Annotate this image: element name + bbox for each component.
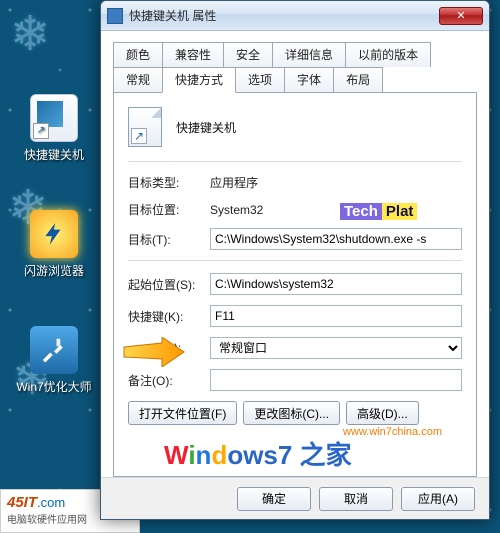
desktop-icon-label: Win7优化大师 [14, 378, 94, 395]
close-button[interactable]: ✕ [439, 7, 483, 25]
label-hotkey: 快捷键(K): [128, 308, 210, 325]
tab-general[interactable]: 常规 [113, 67, 163, 93]
callout-arrow-icon [122, 337, 186, 367]
shortcut-file-icon [30, 94, 78, 142]
desktop-icon-win7-optimizer[interactable]: Win7优化大师 [14, 326, 94, 395]
tab-options[interactable]: 选项 [235, 67, 285, 93]
tabs-row-1: 颜色 兼容性 安全 详细信息 以前的版本 [113, 41, 477, 66]
label-target-loc: 目标位置: [128, 201, 210, 218]
value-target-loc-text: System32 [210, 203, 263, 217]
input-comment[interactable] [210, 369, 462, 391]
label-startin: 起始位置(S): [128, 276, 210, 293]
shortcut-name: 快捷键关机 [176, 119, 236, 136]
dialog-footer: 确定 取消 应用(A) [101, 477, 489, 519]
value-target-type: 应用程序 [210, 174, 462, 191]
input-startin[interactable] [210, 273, 462, 295]
tab-color[interactable]: 颜色 [113, 42, 163, 67]
separator [128, 260, 462, 261]
window-title: 快捷键关机 属性 [129, 7, 439, 24]
open-file-location-button[interactable]: 打开文件位置(F) [128, 401, 237, 425]
separator [128, 161, 462, 162]
input-hotkey[interactable] [210, 305, 462, 327]
tab-details[interactable]: 详细信息 [272, 42, 346, 67]
apply-button[interactable]: 应用(A) [401, 487, 475, 511]
value-target-loc: System32 TechPlat [210, 203, 462, 217]
tab-layout[interactable]: 布局 [333, 67, 383, 93]
watermark-plat: Plat [382, 203, 418, 220]
watermark-url: www.win7china.com [343, 426, 442, 438]
properties-dialog: 快捷键关机 属性 ✕ 颜色 兼容性 安全 详细信息 以前的版本 常规 快捷方式 … [100, 0, 490, 520]
label-target: 目标(T): [128, 231, 210, 248]
tab-security[interactable]: 安全 [223, 42, 273, 67]
flash-browser-icon [30, 210, 78, 258]
desktop-icon-browser[interactable]: 闪游浏览器 [14, 210, 94, 279]
input-target[interactable] [210, 228, 462, 250]
advanced-button[interactable]: 高级(D)... [346, 401, 419, 425]
window-icon [107, 8, 123, 24]
tab-font[interactable]: 字体 [284, 67, 334, 93]
watermark-techplat: TechPlat [340, 203, 417, 220]
desktop-icon-label: 闪游浏览器 [14, 262, 94, 279]
watermark-tech: Tech [340, 203, 382, 220]
label-comment: 备注(O): [128, 372, 210, 389]
watermark-windows7: Windows7 之家 [164, 435, 352, 472]
ok-button[interactable]: 确定 [237, 487, 311, 511]
select-run-mode[interactable]: 常规窗口 [210, 337, 462, 359]
cancel-button[interactable]: 取消 [319, 487, 393, 511]
desktop-icon-shutdown-shortcut[interactable]: 快捷键关机 [14, 94, 94, 163]
label-target-type: 目标类型: [128, 174, 210, 191]
titlebar[interactable]: 快捷键关机 属性 ✕ [101, 1, 489, 31]
tab-shortcut[interactable]: 快捷方式 [162, 67, 236, 93]
tab-panel-shortcut: 快捷键关机 目标类型: 应用程序 目标位置: System32 TechPlat… [113, 92, 477, 477]
site-dotcom: .com [37, 495, 65, 510]
snowflake-decor: ❄ [10, 6, 50, 62]
swiss-knife-icon [30, 326, 78, 374]
shortcut-large-icon [128, 107, 162, 147]
tab-prev-ver[interactable]: 以前的版本 [345, 42, 431, 67]
desktop-icon-label: 快捷键关机 [14, 146, 94, 163]
tabs-row-2: 常规 快捷方式 选项 字体 布局 [113, 66, 477, 92]
change-icon-button[interactable]: 更改图标(C)... [243, 401, 340, 425]
site-brand: 45IT [7, 494, 37, 511]
tab-compat[interactable]: 兼容性 [162, 42, 224, 67]
